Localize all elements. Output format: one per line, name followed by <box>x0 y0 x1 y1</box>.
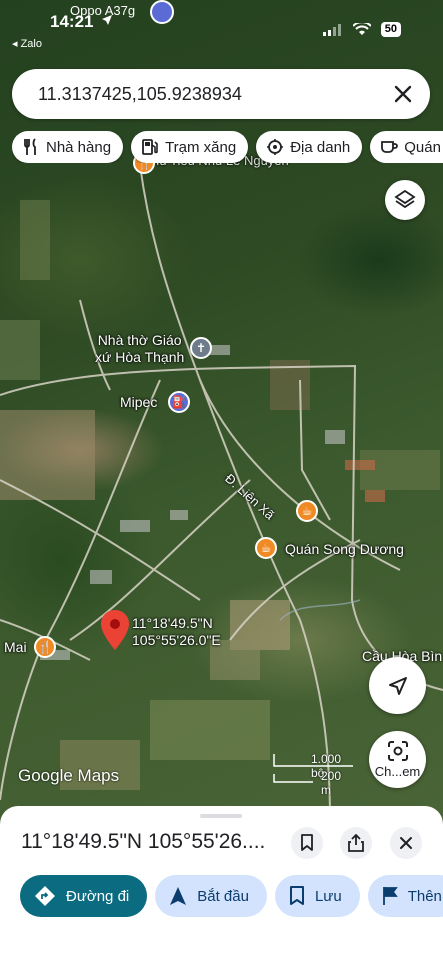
chip-landmarks[interactable]: Địa danh <box>256 131 363 163</box>
share-button[interactable] <box>340 827 372 859</box>
sheet-drag-handle[interactable] <box>200 814 242 818</box>
gas-station-icon <box>142 139 158 155</box>
chip-cafes[interactable]: Quán c <box>370 131 443 163</box>
action-label: Thên <box>407 887 442 905</box>
place-title: 11°18'49.5"N 105°55'26.... <box>21 830 266 853</box>
action-label: Lưu <box>314 887 342 905</box>
chip-label: Địa danh <box>290 138 351 156</box>
my-location-button[interactable] <box>369 657 426 714</box>
church-icon[interactable]: ✝ <box>190 337 212 359</box>
action-label: Bắt đầu <box>197 887 249 905</box>
dropped-pin-icon[interactable] <box>101 610 129 650</box>
status-time: 14:21 <box>50 12 94 31</box>
layers-button[interactable] <box>385 180 425 220</box>
cafe-pin-icon[interactable]: ☕ <box>255 537 277 559</box>
navigation-arrow-icon <box>170 887 187 905</box>
category-chips: Nhà hàng Trạm xăng Địa danh Quán c <box>12 131 443 163</box>
status-right-icons: 50 <box>322 22 401 37</box>
bookmark-outline-icon <box>301 834 313 851</box>
save-button[interactable]: Lưu <box>274 875 360 917</box>
navigation-arrow-outline-icon <box>388 676 407 695</box>
save-icon-button[interactable] <box>291 827 323 859</box>
church-label[interactable]: Nhà thờ Giáo xứ Hòa Thạnh <box>95 332 184 366</box>
cafe-icon <box>381 141 399 153</box>
close-icon <box>400 837 412 849</box>
action-label: Đường đi <box>66 887 130 905</box>
cafe-label[interactable]: Quán Song Dương <box>285 541 404 558</box>
lens-button[interactable]: Ch...em <box>369 731 426 788</box>
mai-label[interactable]: Mai <box>4 639 27 656</box>
poi-top-icon <box>150 0 174 24</box>
scale-bottom-label: 200 m <box>321 769 342 797</box>
pin-lng-label: 105°55'26.0"E <box>132 632 221 648</box>
mipec-label[interactable]: Mipec <box>120 394 157 411</box>
place-bottom-sheet[interactable]: 11°18'49.5"N 105°55'26.... Đường đi Bắt … <box>0 806 443 960</box>
directions-button[interactable]: Đường đi <box>20 875 148 917</box>
back-to-app-link[interactable]: ◂ Zalo <box>12 37 42 50</box>
status-bar: Oppo A37g 14:21 ◂ Zalo 50 <box>0 0 443 54</box>
search-bar[interactable]: 11.3137425,105.9238934 <box>12 69 430 119</box>
chip-restaurants[interactable]: Nhà hàng <box>12 131 124 163</box>
chip-gas-stations[interactable]: Trạm xăng <box>131 131 249 163</box>
lens-label: Ch...em <box>374 764 421 779</box>
wifi-icon <box>352 23 371 35</box>
restaurant-icon[interactable]: 🍴 <box>34 636 56 658</box>
pin-lat-label: 11°18'49.5"N <box>132 615 213 631</box>
gas-station-pin-icon[interactable]: ⛽ <box>168 391 190 413</box>
chip-label: Trạm xăng <box>165 138 237 156</box>
cellular-signal-icon <box>322 23 341 36</box>
google-maps-logo: Google Maps <box>18 766 120 785</box>
bookmark-icon <box>289 886 304 905</box>
start-navigation-button[interactable]: Bắt đầu <box>155 875 267 917</box>
landmark-icon <box>267 139 284 155</box>
location-arrow-icon <box>102 15 112 25</box>
clear-search-icon[interactable] <box>390 81 416 107</box>
flag-icon <box>382 887 398 905</box>
fork-knife-icon <box>24 138 36 155</box>
chip-label: Quán c <box>404 138 443 156</box>
share-icon <box>348 834 364 852</box>
directions-icon <box>35 886 55 906</box>
close-sheet-button[interactable] <box>390 827 422 859</box>
cafe-pin-icon[interactable]: ☕ <box>296 500 318 522</box>
search-input[interactable]: 11.3137425,105.9238934 <box>38 84 242 105</box>
chip-label: Nhà hàng <box>46 138 112 156</box>
battery-indicator: 50 <box>380 22 401 37</box>
action-buttons: Đường đi Bắt đầu Lưu Thên <box>20 875 443 917</box>
camera-lens-icon <box>387 741 408 761</box>
add-label-button[interactable]: Thên <box>367 875 443 917</box>
layers-icon <box>394 189 416 209</box>
